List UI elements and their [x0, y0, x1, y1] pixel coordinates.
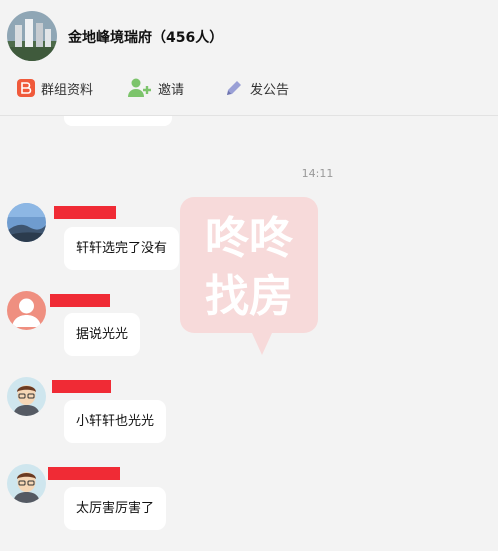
pencil-icon — [227, 81, 241, 95]
city-photo-icon — [7, 11, 57, 61]
watermark-logo: 咚咚 找房 — [180, 197, 318, 361]
landscape-photo-avatar-icon — [7, 203, 46, 242]
redacted-sender-name — [50, 294, 110, 307]
sender-avatar[interactable] — [7, 291, 46, 330]
group-avatar[interactable] — [7, 11, 57, 61]
announcement-button[interactable]: 发公告 — [224, 77, 289, 99]
invite-label: 邀请 — [158, 82, 185, 98]
cartoon-man-avatar-icon — [7, 377, 46, 416]
message-bubble[interactable]: 据说光光 — [64, 313, 141, 356]
message-bubble[interactable]: 太厉害厉害了 — [64, 487, 167, 530]
sender-avatar[interactable] — [7, 203, 46, 242]
sender-avatar[interactable] — [7, 464, 46, 503]
message-bubble[interactable]: 小轩轩也光光 — [64, 400, 167, 443]
announcement-label: 发公告 — [250, 82, 290, 98]
chat-header: 金地峰境瑞府（456人） 群组资料 邀请 发公告 — [0, 0, 498, 116]
redacted-sender-name — [54, 206, 116, 219]
message-bubble[interactable]: 轩轩选完了没有 — [64, 227, 180, 270]
default-user-avatar-icon — [7, 291, 46, 330]
sender-avatar[interactable] — [7, 377, 46, 416]
previous-message-bubble[interactable] — [64, 116, 172, 126]
cartoon-man-avatar-icon — [7, 464, 46, 503]
group-profile-label: 群组资料 — [41, 82, 94, 98]
group-profile-button[interactable]: 群组资料 — [17, 77, 93, 99]
redacted-sender-name — [48, 467, 120, 480]
group-profile-icon — [17, 79, 35, 97]
message-timestamp: 14:11 — [301, 167, 334, 180]
watermark-line-1: 咚咚 — [205, 213, 294, 264]
redacted-sender-name — [52, 380, 111, 393]
group-title[interactable]: 金地峰境瑞府（456人） — [68, 27, 223, 47]
invite-button[interactable]: 邀请 — [128, 77, 184, 99]
watermark-line-2: 找房 — [205, 271, 293, 322]
add-user-icon — [128, 78, 151, 97]
chat-area[interactable]: 咚咚 找房 14:11 轩轩选完了没有 据说光光 小轩轩也光光 太厉害厉害了 — [0, 116, 498, 551]
